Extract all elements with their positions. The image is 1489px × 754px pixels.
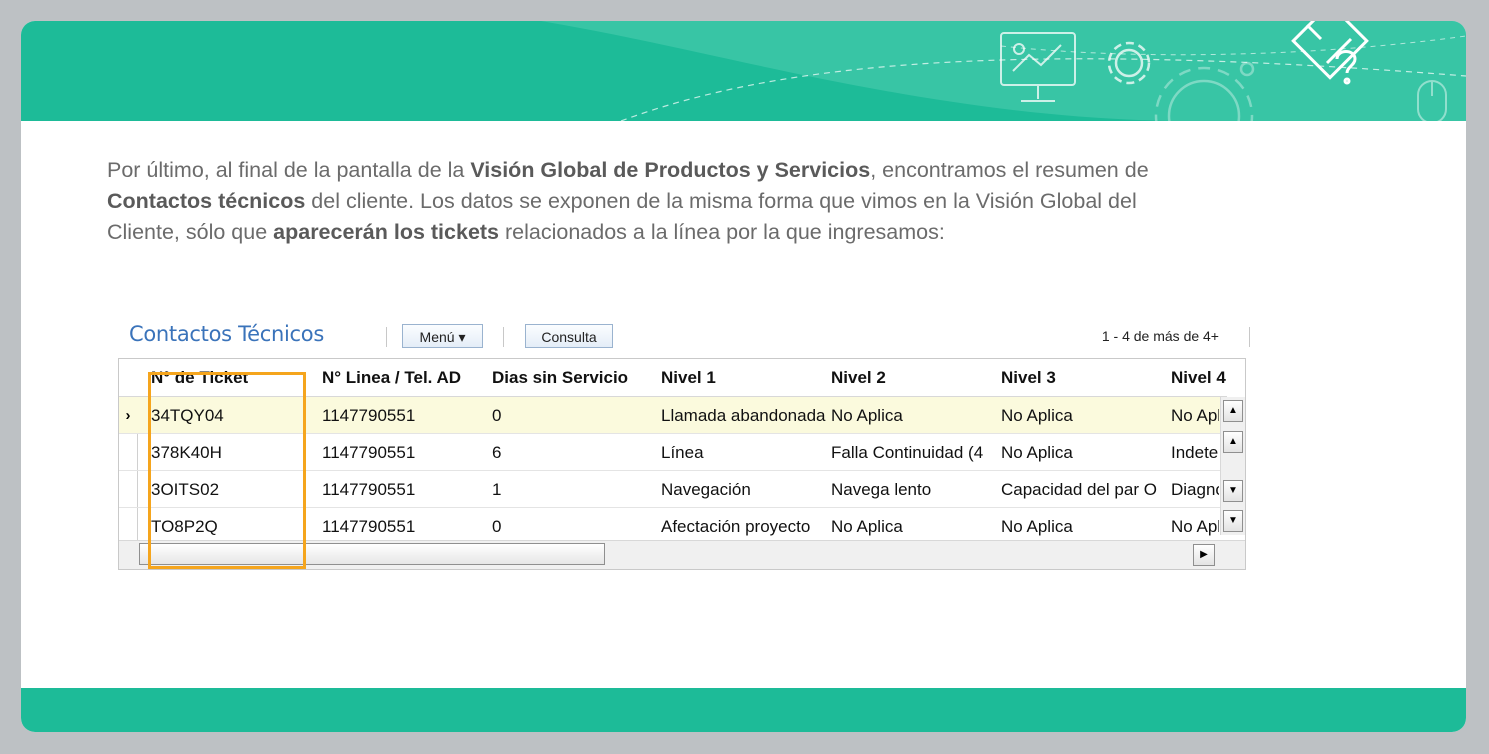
header-banner xyxy=(21,21,1466,121)
nivel4-cell: No Aplica xyxy=(1171,517,1219,536)
column-header-linea[interactable]: N° Linea / Tel. AD xyxy=(322,359,488,396)
column-header-nivel4[interactable]: Nivel 4 xyxy=(1171,359,1227,396)
nivel2-cell: No Aplica xyxy=(831,517,903,536)
nivel4-cell: No Aplica xyxy=(1171,406,1219,425)
footer-bar xyxy=(21,688,1466,732)
intro-text: Por último, al final de la pantalla de l… xyxy=(107,158,471,182)
intro-text: , encontramos el resumen de xyxy=(870,158,1149,182)
scroll-right-icon[interactable]: ▶ xyxy=(1193,544,1215,566)
nivel3-cell: No Aplica xyxy=(1001,406,1073,425)
linea-cell: 1147790551 xyxy=(322,406,416,425)
nivel3-cell: No Aplica xyxy=(1001,443,1073,462)
toolbar-separator xyxy=(386,327,387,347)
scroll-top-icon[interactable]: ▲ xyxy=(1223,400,1243,422)
intro-text: relacionados a la línea por la que ingre… xyxy=(499,220,945,244)
dias-cell: 1 xyxy=(492,480,502,499)
linea-cell: 1147790551 xyxy=(322,480,416,499)
nivel3-cell: No Aplica xyxy=(1001,517,1073,536)
intro-paragraph: Por último, al final de la pantalla de l… xyxy=(107,155,1307,248)
ticket-column-highlight xyxy=(148,372,306,569)
nivel1-cell: Línea xyxy=(661,443,704,462)
intro-bold-vision: Visión Global de Productos y Servicios xyxy=(470,158,871,182)
consulta-button[interactable]: Consulta xyxy=(525,324,613,348)
grid-title: Contactos Técnicos xyxy=(129,322,324,346)
intro-text: Cliente, sólo que xyxy=(107,220,274,244)
intro-bold-tickets: aparecerán los tickets xyxy=(273,220,500,244)
dias-cell: 6 xyxy=(492,443,502,462)
nivel3-cell: Capacidad del par O xyxy=(1001,480,1157,499)
linea-cell: 1147790551 xyxy=(322,517,416,536)
nivel1-cell: Llamada abandonada xyxy=(661,406,826,425)
nivel2-cell: No Aplica xyxy=(831,406,903,425)
scroll-up-icon[interactable]: ▲ xyxy=(1223,431,1243,453)
nivel4-cell: Indeterminado xyxy=(1171,443,1219,462)
pager-info: 1 - 4 de más de 4+ xyxy=(1101,328,1219,344)
column-header-nivel3[interactable]: Nivel 3 xyxy=(1001,359,1166,396)
vertical-scrollbar[interactable]: ▲ ▲ ▼ ▼ xyxy=(1220,397,1245,535)
nivel1-cell: Afectación proyecto xyxy=(661,517,811,536)
selected-row-marker: › xyxy=(125,407,131,424)
linea-cell: 1147790551 xyxy=(322,443,416,462)
menu-button[interactable]: Menú ▾ xyxy=(402,324,483,348)
nivel2-cell: Navega lento xyxy=(831,480,932,499)
column-header-nivel2[interactable]: Nivel 2 xyxy=(831,359,996,396)
toolbar-separator xyxy=(503,327,504,347)
column-header-dias[interactable]: Dias sin Servicio xyxy=(492,359,657,396)
intro-text: del cliente. Los datos se exponen de la … xyxy=(305,189,1137,213)
scroll-down-icon[interactable]: ▼ xyxy=(1223,480,1243,502)
intro-bold-contactos: Contactos técnicos xyxy=(107,189,306,213)
toolbar-separator xyxy=(1249,327,1250,347)
nivel1-cell: Navegación xyxy=(661,480,751,499)
scroll-bottom-icon[interactable]: ▼ xyxy=(1223,510,1243,532)
dias-cell: 0 xyxy=(492,517,502,536)
column-header-nivel1[interactable]: Nivel 1 xyxy=(661,359,826,396)
nivel4-cell: Diagnóstico xyxy=(1171,480,1219,499)
dias-cell: 0 xyxy=(492,406,502,425)
nivel2-cell: Falla Continuidad (4 xyxy=(831,443,984,462)
banner-decoration xyxy=(541,21,1466,121)
